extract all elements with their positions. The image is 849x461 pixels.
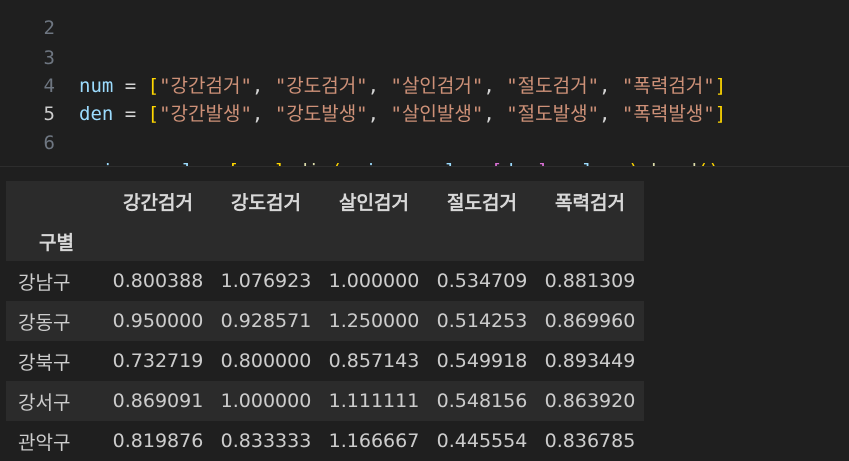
- row-label: 관악구: [18, 431, 71, 454]
- table-cell: 1.166667: [328, 430, 420, 452]
- table-row: 강동구 0.950000 0.928571 1.250000 0.514253 …: [6, 301, 644, 341]
- table-row: 강남구 0.800388 1.076923 1.000000 0.534709 …: [6, 261, 644, 301]
- column-header: 절도검거: [447, 191, 517, 214]
- index-name-row: 구별: [6, 221, 644, 261]
- table-cell: 0.548156: [436, 390, 528, 412]
- table-row: 강북구 0.732719 0.800000 0.857143 0.549918 …: [6, 341, 644, 381]
- code-line-6: 6 crime_anal_gu[num].div(crime_anal_gu[d…: [0, 101, 720, 182]
- table-cell: 0.928571: [220, 310, 312, 332]
- table-cell: 0.869960: [544, 310, 636, 332]
- table-row: 강서구 0.869091 1.000000 1.111111 0.548156 …: [6, 381, 644, 421]
- column-header: 폭력검거: [555, 191, 625, 214]
- dataframe-table: 강간검거 강도검거 살인검거 절도검거 폭력검거 구별 강남구 0.800388…: [6, 181, 644, 461]
- table-cell: 1.076923: [220, 270, 312, 292]
- table-cell: 0.833333: [220, 430, 312, 452]
- table-cell: 1.000000: [328, 270, 420, 292]
- table-cell: 0.893449: [544, 350, 636, 372]
- code-line-5: 5: [0, 72, 55, 125]
- table-cell: 1.000000: [220, 390, 312, 412]
- row-label: 강북구: [18, 351, 71, 374]
- table-cell: 0.800000: [220, 350, 312, 372]
- table-cell: 0.514253: [436, 310, 528, 332]
- column-header: 살인검거: [339, 191, 409, 214]
- code-line-4: 4 den = ["강간발생", "강도발생", "살인발생", "절도발생",…: [0, 44, 727, 125]
- table-cell: 0.836785: [544, 430, 636, 452]
- table-cell: 0.549918: [436, 350, 528, 372]
- table-cell: 0.534709: [436, 270, 528, 292]
- line-number: 6: [43, 132, 55, 154]
- table-cell: 0.819876: [112, 430, 204, 452]
- table-cell: 0.732719: [112, 350, 204, 372]
- row-label: 강동구: [18, 311, 71, 334]
- index-name: 구별: [39, 231, 74, 254]
- code-text: den = ["강간발생", "강도발생", "살인발생", "절도발생", "…: [79, 103, 727, 125]
- table-cell: 0.881309: [544, 270, 636, 292]
- table-cell: 0.950000: [112, 310, 204, 332]
- table-row: 관악구 0.819876 0.833333 1.166667 0.445554 …: [6, 421, 644, 461]
- table-cell: 1.111111: [328, 390, 420, 412]
- column-header: 강간검거: [123, 191, 193, 214]
- table-cell: 1.250000: [328, 310, 420, 332]
- code-cell-editor[interactable]: 2 3 num = ["강간검거", "강도검거", "살인검거", "절도검거…: [0, 0, 849, 182]
- table-cell: 0.800388: [112, 270, 204, 292]
- code-text: num = ["강간검거", "강도검거", "살인검거", "절도검거", "…: [79, 75, 727, 97]
- table-cell: 0.863920: [544, 390, 636, 412]
- cell-output: 강간검거 강도검거 살인검거 절도검거 폭력검거 구별 강남구 0.800388…: [0, 167, 849, 461]
- code-line-3: 3 num = ["강간검거", "강도검거", "살인검거", "절도검거",…: [0, 16, 727, 97]
- table-cell: 0.869091: [112, 390, 204, 412]
- column-header-row: 강간검거 강도검거 살인검거 절도검거 폭력검거: [6, 181, 644, 221]
- row-label: 강서구: [18, 391, 71, 414]
- row-label: 강남구: [18, 271, 71, 294]
- table-cell: 0.445554: [436, 430, 528, 452]
- table-cell: 0.857143: [328, 350, 420, 372]
- index-corner: [6, 181, 104, 221]
- column-header: 강도검거: [231, 191, 301, 214]
- code-line-2: 2: [0, 0, 55, 39]
